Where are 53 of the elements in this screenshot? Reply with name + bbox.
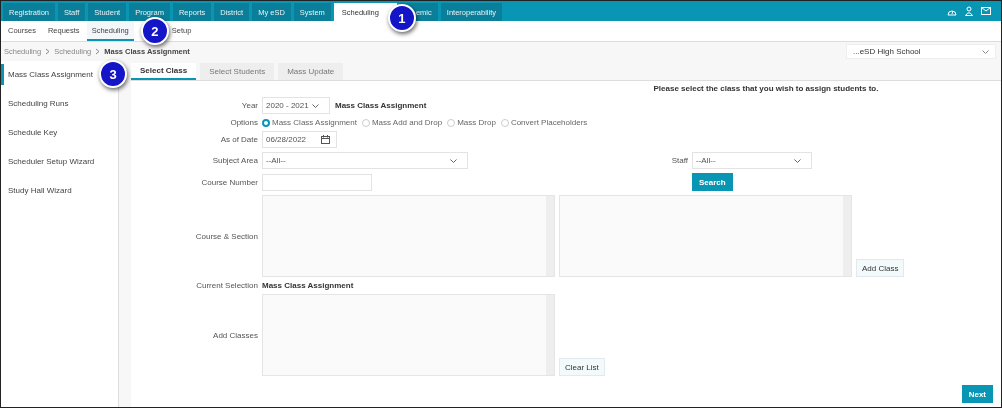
step-callout-tooltip: 2 [140,17,169,45]
course-list[interactable] [262,195,555,277]
course-number-field[interactable] [262,173,372,191]
chevron-icon [95,48,101,55]
field-label: Course Number [200,177,258,187]
sidebar-item[interactable]: Study Hall Wizard [1,180,118,201]
tab[interactable]: Mass Update [278,63,344,80]
field-label: Subject Area [211,156,258,165]
subject-area-select[interactable]: --All-- [262,152,468,169]
field-label: Options [229,118,258,127]
caret-icon [794,158,801,163]
field-label: Add Classes [212,330,258,340]
year-select[interactable]: 2020 - 2021 [262,97,330,114]
radio-option[interactable]: Convert Placeholders [500,118,588,127]
radio-button[interactable] [447,118,456,127]
scrollbar[interactable] [546,295,554,375]
scrollbar[interactable] [843,196,851,276]
user-icon[interactable] [965,6,973,16]
sidebar-item[interactable]: Scheduler Setup Wizard [1,151,118,172]
caret-icon [450,158,457,163]
school-select[interactable]: ...eSD High School [846,44,996,59]
field-label: Staff [671,156,688,165]
clear-list-button[interactable]: Clear List [559,358,605,376]
radio-button[interactable] [262,118,270,127]
section-list[interactable] [559,195,852,277]
radio-option[interactable]: Mass Class Assignment [262,118,357,127]
mail-icon[interactable] [981,7,991,15]
radio-option[interactable]: Mass Add and Drop [361,118,443,127]
tab[interactable]: Select Class [131,63,197,80]
search-button[interactable]: Search [692,173,733,191]
scrollbar[interactable] [546,196,554,276]
field-label: As of Date [219,135,258,144]
caret-icon [312,103,319,108]
caret-icon [982,49,989,54]
sidebar-item[interactable]: Schedule Key [1,122,118,143]
instruction-text: Please select the class that you wish to assign students to. [652,84,880,93]
current-selection-value: Mass Class Assignment [262,281,355,290]
radio-option[interactable]: Mass Drop [447,118,496,127]
field-label: Year [240,101,258,110]
tab[interactable]: Select Students [200,63,275,80]
field-label: Course & Section [194,231,258,241]
staff-select[interactable]: --All-- [692,152,812,169]
next-button[interactable]: Next [961,385,993,403]
sidebar-item[interactable]: Scheduling Runs [1,93,118,114]
chevron-icon [45,48,51,55]
mode-label: Mass Class Assignment [335,101,427,110]
calendar-icon[interactable] [321,135,330,144]
radio-button[interactable] [500,118,509,127]
added-classes-list[interactable] [262,294,555,376]
add-class-button[interactable]: Add Class [856,259,905,277]
radio-button[interactable] [361,118,370,127]
date-field[interactable]: 06/28/2022 [262,131,337,148]
field-label: Current Selection [195,281,258,290]
